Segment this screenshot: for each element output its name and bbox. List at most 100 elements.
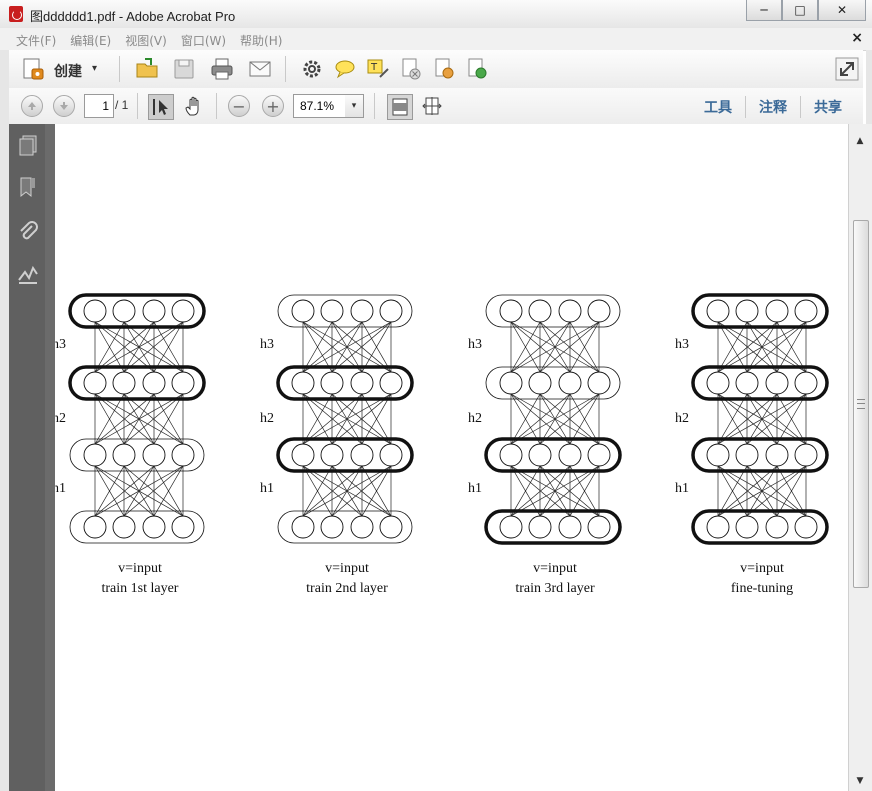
layer-label-h2: h2 bbox=[260, 411, 274, 426]
unit-node bbox=[794, 443, 818, 467]
unit-node bbox=[112, 371, 136, 395]
unit-node bbox=[528, 371, 552, 395]
unit-node bbox=[379, 443, 403, 467]
rbm-figure: h3 h2 h1 h3 h2 h1 h3 h2 h1 h3 h2 h1 bbox=[55, 293, 829, 545]
extract-page-icon[interactable] bbox=[465, 57, 489, 81]
layer-label-h3: h3 bbox=[55, 337, 66, 352]
scroll-thumb[interactable] bbox=[853, 220, 869, 588]
network-panel-4: h3 h2 h1 bbox=[675, 293, 829, 545]
save-icon[interactable] bbox=[172, 57, 196, 81]
select-tool-icon[interactable] bbox=[148, 94, 174, 120]
menu-help[interactable]: 帮助(H) bbox=[240, 32, 282, 49]
vertical-scrollbar[interactable]: ▲ ▼ bbox=[848, 124, 872, 791]
window-controls: ─ □ ✕ bbox=[746, 0, 866, 21]
unit-node bbox=[320, 443, 344, 467]
menu-bar: 文件(F) 编辑(E) 视图(V) 窗口(W) 帮助(H) × bbox=[0, 28, 872, 51]
page-number-input[interactable]: 1 bbox=[84, 94, 114, 118]
minimize-button[interactable]: ─ bbox=[746, 0, 782, 21]
navigation-toolbar: 1 / 1 − + 87.1% ▾ 工具 注释 共享 bbox=[9, 88, 863, 125]
toolbar-separator bbox=[285, 56, 286, 82]
panel-3-caption-input: v=input bbox=[533, 561, 577, 576]
unit-node bbox=[735, 299, 759, 323]
hand-tool-icon[interactable] bbox=[182, 94, 206, 118]
tools-link[interactable]: 工具 bbox=[691, 97, 745, 117]
expand-fullscreen-icon[interactable] bbox=[835, 57, 859, 81]
next-page-button[interactable] bbox=[53, 95, 75, 117]
unit-node bbox=[587, 299, 611, 323]
export-page-icon[interactable] bbox=[432, 57, 456, 81]
share-link[interactable]: 共享 bbox=[801, 97, 855, 117]
unit-node bbox=[706, 443, 730, 467]
svg-text:T: T bbox=[370, 62, 378, 73]
unit-node bbox=[171, 371, 195, 395]
unit-node bbox=[765, 443, 789, 467]
unit-node bbox=[83, 371, 107, 395]
unit-node bbox=[112, 299, 136, 323]
panel-1-caption-stage: train 1st layer bbox=[101, 581, 179, 596]
layer-label-h1: h1 bbox=[468, 481, 482, 496]
attachments-paperclip-icon[interactable] bbox=[17, 220, 39, 242]
toolbar-separator bbox=[216, 93, 217, 119]
unit-node bbox=[291, 371, 315, 395]
panel-1-caption-input: v=input bbox=[118, 561, 162, 576]
zoom-dropdown-icon[interactable]: ▾ bbox=[345, 94, 364, 118]
comment-link[interactable]: 注释 bbox=[746, 97, 800, 117]
create-button[interactable]: 创建 bbox=[54, 61, 82, 81]
unit-node bbox=[142, 371, 166, 395]
scroll-up-icon[interactable]: ▲ bbox=[854, 136, 866, 148]
unit-node bbox=[171, 515, 195, 539]
menu-edit[interactable]: 编辑(E) bbox=[70, 32, 111, 49]
pdf-page[interactable]: h3 h2 h1 h3 h2 h1 h3 h2 h1 h3 h2 h1 v=input train 1… bbox=[55, 124, 848, 791]
bookmarks-icon[interactable] bbox=[17, 176, 39, 198]
title-bar: 图dddddd1.pdf - Adobe Acrobat Pro ─ □ ✕ bbox=[0, 0, 872, 29]
unit-node bbox=[794, 299, 818, 323]
page-thumbnails-icon[interactable] bbox=[17, 134, 39, 156]
create-pdf-icon[interactable] bbox=[21, 57, 45, 81]
scroll-down-icon[interactable]: ▼ bbox=[854, 776, 866, 788]
unit-node bbox=[350, 443, 374, 467]
menu-file[interactable]: 文件(F) bbox=[16, 32, 56, 49]
unit-node bbox=[587, 443, 611, 467]
zoom-level-input[interactable]: 87.1% bbox=[293, 94, 353, 118]
unit-node bbox=[320, 299, 344, 323]
settings-gear-icon[interactable] bbox=[300, 57, 324, 81]
unit-node bbox=[171, 299, 195, 323]
layer-label-h2: h2 bbox=[468, 411, 482, 426]
network-panel-2: h3 h2 h1 bbox=[260, 294, 414, 544]
create-dropdown-icon[interactable]: ▾ bbox=[92, 63, 97, 74]
highlight-text-icon[interactable]: T bbox=[366, 57, 390, 81]
email-icon[interactable] bbox=[248, 57, 272, 81]
menu-view[interactable]: 视图(V) bbox=[125, 32, 167, 49]
maximize-button[interactable]: □ bbox=[782, 0, 818, 21]
unit-node bbox=[765, 371, 789, 395]
unit-node bbox=[142, 443, 166, 467]
fit-width-icon[interactable] bbox=[420, 94, 444, 118]
zoom-out-button[interactable]: − bbox=[228, 95, 250, 117]
layer-label-h1: h1 bbox=[260, 481, 274, 496]
comment-bubble-icon[interactable] bbox=[333, 57, 357, 81]
layer-label-h2: h2 bbox=[55, 411, 66, 426]
menu-window[interactable]: 窗口(W) bbox=[181, 32, 226, 49]
unit-node bbox=[558, 443, 582, 467]
zoom-in-button[interactable]: + bbox=[262, 95, 284, 117]
toolbar-separator bbox=[374, 93, 375, 119]
close-document-button[interactable]: × bbox=[851, 30, 863, 46]
unit-node bbox=[291, 299, 315, 323]
fit-page-icon[interactable] bbox=[387, 94, 413, 120]
delete-page-icon[interactable] bbox=[399, 57, 423, 81]
layer-label-h3: h3 bbox=[260, 337, 274, 352]
open-folder-icon[interactable] bbox=[135, 56, 159, 80]
unit-node bbox=[528, 515, 552, 539]
unit-node bbox=[350, 515, 374, 539]
signatures-icon[interactable] bbox=[17, 264, 39, 286]
print-icon[interactable] bbox=[210, 57, 234, 81]
previous-page-button[interactable] bbox=[21, 95, 43, 117]
panel-4-caption-input: v=input bbox=[740, 561, 784, 576]
unit-node bbox=[379, 299, 403, 323]
close-button[interactable]: ✕ bbox=[818, 0, 866, 21]
unit-node bbox=[499, 443, 523, 467]
arrow-up-icon bbox=[28, 102, 36, 110]
unit-node bbox=[558, 299, 582, 323]
window-right-edge bbox=[866, 50, 872, 124]
scroll-grip-icon bbox=[857, 399, 865, 409]
